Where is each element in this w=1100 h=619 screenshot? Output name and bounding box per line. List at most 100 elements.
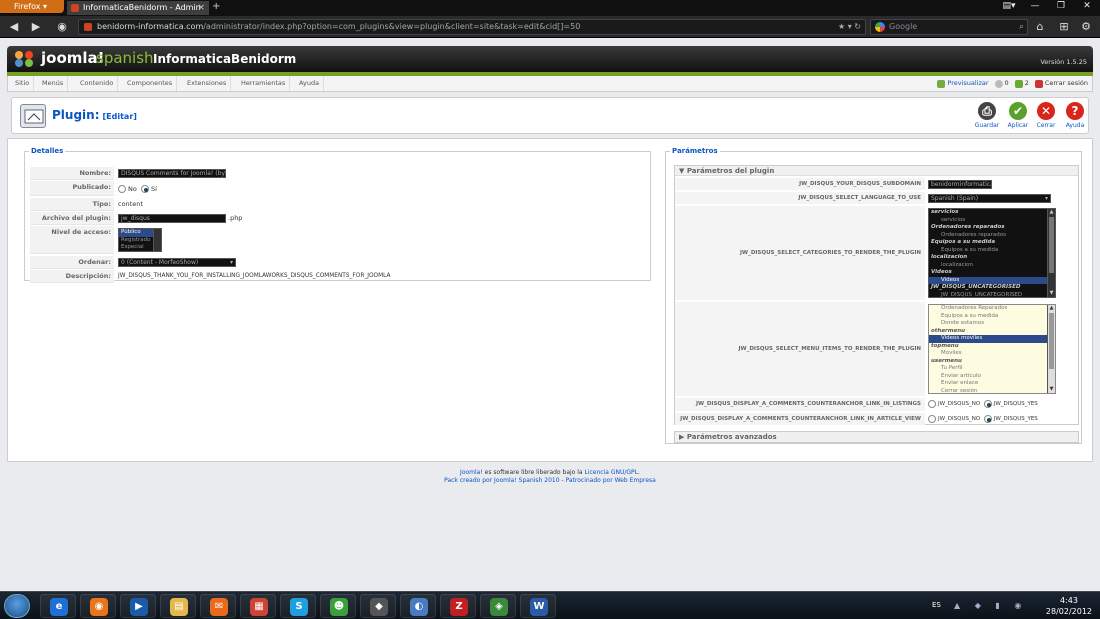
language-select[interactable]: Spanish (Spain) ▾ [928, 194, 1051, 203]
messages-count[interactable]: 0 [994, 76, 1009, 91]
taskbar-firefox-button[interactable]: ◉ [80, 594, 116, 618]
list-item[interactable]: Donde estamos [929, 320, 1055, 328]
list-item[interactable]: Ordenadores Reparados [929, 305, 1055, 313]
menu-item-0[interactable]: Sitio [11, 76, 35, 91]
subdomain-input[interactable]: benidorminformatica [928, 180, 992, 189]
list-item[interactable]: Videos [929, 276, 1055, 284]
explorer-icon: ▤ [170, 598, 188, 616]
search-bar[interactable]: Google ⌕ [870, 19, 1028, 35]
list-item[interactable]: Cerrar sesión [929, 388, 1055, 394]
file-extension: .php [228, 214, 243, 222]
admin-header: joomla! spanish InformaticaBenidorm Vers… [7, 46, 1093, 72]
plugin-params-header[interactable]: ▼ Parámetros del plugin [675, 166, 1078, 176]
taskbar-store-button[interactable]: ▦ [240, 594, 276, 618]
scroll-thumb[interactable] [1049, 217, 1054, 273]
list-item[interactable]: Ordenadores reparados [929, 232, 1055, 240]
scroll-up-icon[interactable]: ▲ [1048, 209, 1055, 216]
logout-link[interactable]: Cerrar sesión [1034, 76, 1088, 91]
apply-button[interactable]: ✔ Aplicar [1003, 102, 1033, 129]
admin-menubar: Sitio Menús Contenido Componentes Extensione… [7, 76, 1093, 92]
taskbar-skype-button[interactable]: S [280, 594, 316, 618]
help-button[interactable]: ? Ayuda [1060, 102, 1090, 129]
url-bar[interactable]: benidorm-informatica.com/administrator/i… [78, 19, 866, 35]
tools-icon[interactable]: ⚙ [1078, 20, 1094, 34]
sponsor-link[interactable]: Patrocinado por Web Empresa [566, 477, 656, 484]
tray-icons[interactable]: ▲ ◆ ▮ ◉ [954, 601, 1027, 610]
listings-yes-radio[interactable] [983, 399, 992, 408]
categories-select[interactable]: servicios servicios Ordenadores reparados O… [928, 208, 1056, 298]
list-item[interactable]: JW_DISQUS_UNCATEGORISED [929, 292, 1055, 298]
taskbar-media-player-button[interactable]: ▶ [120, 594, 156, 618]
advanced-params-header[interactable]: ▶ Parámetros avanzados [675, 432, 1078, 442]
menu-item-3[interactable]: Componentes [123, 76, 178, 91]
close-button[interactable]: ✕ Cerrar [1031, 102, 1061, 129]
list-item[interactable]: Equipos a su medida [929, 313, 1055, 321]
access-scrollbar[interactable] [153, 229, 161, 251]
menu-item-4[interactable]: Extensiones [183, 76, 232, 91]
menu-item-2[interactable]: Contenido [76, 76, 119, 91]
list-scrollbar[interactable]: ▲ ▼ [1047, 305, 1055, 393]
tab-close-icon[interactable]: × [197, 1, 205, 15]
taskbar-messenger-button[interactable]: ☻ [320, 594, 356, 618]
scroll-down-icon[interactable]: ▼ [1048, 290, 1055, 297]
home-icon[interactable]: ⌂ [1032, 20, 1048, 34]
scroll-down-icon[interactable]: ▼ [1048, 386, 1055, 393]
taskbar-app-2-button[interactable]: ◈ [480, 594, 516, 618]
list-item[interactable]: Equipos a su medida [929, 247, 1055, 255]
bookmarks-menu-icon[interactable]: ▤▾ [996, 0, 1022, 14]
menu-item-6[interactable]: Ayuda [295, 76, 325, 91]
preview-link[interactable]: Previsualizar [937, 76, 989, 91]
list-item[interactable]: servicios [929, 217, 1055, 225]
language-indicator[interactable]: ES [932, 601, 941, 609]
pack-link[interactable]: Pack creado por Joomla! Spanish 2010 [444, 477, 559, 484]
published-no-radio[interactable] [118, 185, 126, 193]
list-item[interactable]: Tu Perfil [929, 365, 1055, 373]
feedback-icon[interactable]: ◉ [54, 20, 70, 34]
scroll-thumb[interactable] [1049, 313, 1054, 369]
save-button[interactable]: ⎙ Guardar [972, 102, 1002, 129]
list-item[interactable]: Enviar artículo [929, 373, 1055, 381]
status-area: Previsualizar 0 2 Cerrar sesión [937, 76, 1088, 91]
start-button[interactable] [4, 594, 30, 618]
list-item[interactable]: Enviar enlace [929, 380, 1055, 388]
back-icon[interactable]: ◀ [6, 20, 22, 34]
taskbar-ie-button[interactable]: e [40, 594, 76, 618]
taskbar-app-button[interactable]: ◆ [360, 594, 396, 618]
new-tab-icon[interactable]: + [212, 0, 220, 14]
list-item[interactable]: localizacion [929, 262, 1055, 270]
search-icon[interactable]: ⌕ [1019, 20, 1024, 34]
list-item[interactable]: Moviles [929, 350, 1055, 358]
browser-tab[interactable]: InformaticaBenidorm - Admin × [67, 1, 209, 15]
license-link[interactable]: Licencia GNU/GPL [585, 469, 639, 476]
url-star-icon[interactable]: ★ ▾ ↻ [838, 20, 861, 34]
taskbar-filezilla-button[interactable]: Z [440, 594, 476, 618]
users-count[interactable]: 2 [1014, 76, 1029, 91]
file-input[interactable]: jw_disqus [118, 214, 226, 223]
list-scrollbar[interactable]: ▲ ▼ [1047, 209, 1055, 297]
published-yes-radio[interactable] [140, 185, 149, 193]
taskbar-paint-button[interactable]: ◐ [400, 594, 436, 618]
list-item[interactable]: Videos moviles [929, 335, 1055, 343]
name-input[interactable]: DISQUS Comments for Joomla! (by Joo [118, 169, 226, 178]
close-window-icon[interactable]: ✕ [1074, 0, 1100, 14]
advanced-params-panel[interactable]: ▶ Parámetros avanzados [674, 431, 1079, 443]
clock[interactable]: 4:43 28/02/2012 [1046, 595, 1092, 617]
order-select[interactable]: 0 (Content - MorfeoShow) ▾ [118, 258, 236, 267]
taskbar-mail-button[interactable]: ✉ [200, 594, 236, 618]
scroll-up-icon[interactable]: ▲ [1048, 305, 1055, 312]
access-level-select[interactable]: Público Registrado Especial [118, 228, 162, 252]
menu-item-1[interactable]: Menús [38, 76, 69, 91]
firefox-menu-button[interactable]: Firefox ▾ [0, 0, 64, 13]
minimize-icon[interactable]: — [1022, 0, 1048, 14]
joomla-link[interactable]: Joomla! [460, 469, 483, 476]
taskbar-word-button[interactable]: W [520, 594, 556, 618]
article-no-radio[interactable] [928, 414, 936, 423]
article-yes-radio[interactable] [983, 414, 992, 423]
taskbar-explorer-button[interactable]: ▤ [160, 594, 196, 618]
maximize-icon[interactable]: ❐ [1048, 0, 1074, 14]
listings-no-radio[interactable] [928, 399, 936, 408]
forward-icon[interactable]: ▶ [28, 20, 44, 34]
addon-icon[interactable]: ⊞ [1056, 20, 1072, 34]
menu-item-5[interactable]: Herramientas [237, 76, 291, 91]
menu-items-select[interactable]: Ordenadores Reparados Equipos a su medida… [928, 304, 1056, 394]
